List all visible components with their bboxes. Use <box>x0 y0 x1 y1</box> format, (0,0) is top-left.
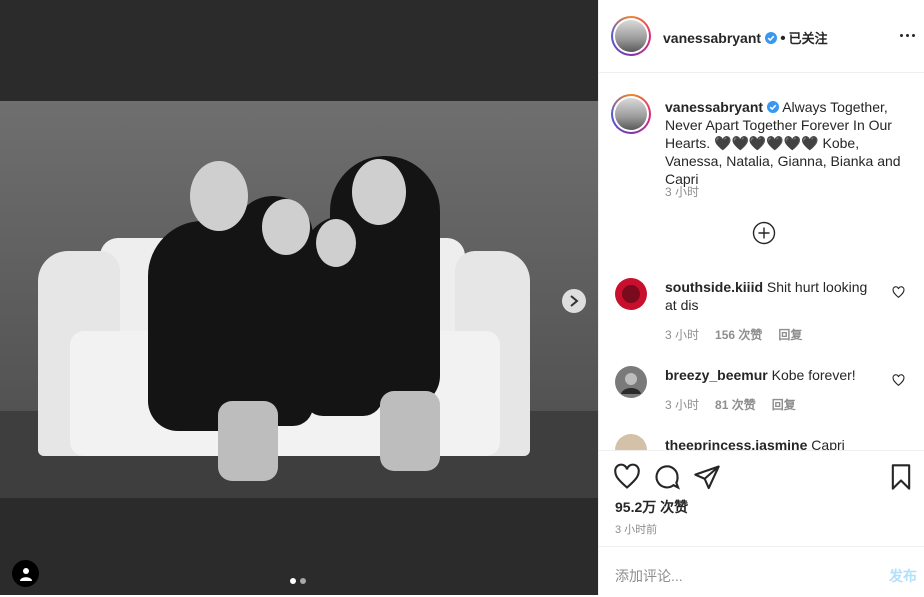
save-icon[interactable] <box>887 463 915 491</box>
commenter-username[interactable]: southside.kiiid <box>665 279 763 295</box>
author-line: vanessabryant • 已关注 <box>663 28 828 48</box>
post-comment-button[interactable]: 发布 <box>889 566 917 586</box>
commenter-avatar[interactable] <box>615 434 647 450</box>
commenter-username[interactable]: breezy_beemur <box>665 367 768 383</box>
comment-item: southside.kiiid Shit hurt looking at dis… <box>599 270 924 343</box>
comment-time: 3 小时 <box>665 328 700 342</box>
verified-icon <box>765 32 778 44</box>
caption-username[interactable]: vanessabryant <box>665 99 763 115</box>
comment-meta: 3 小时 156 次赞 回复 <box>665 326 802 343</box>
commenter-username[interactable]: theeprincess.jasmine <box>665 437 807 450</box>
comments-section: vanessabryant Always Together, Never Apa… <box>599 72 924 450</box>
separator-dot: • <box>780 30 786 47</box>
caption: vanessabryant Always Together, Never Apa… <box>665 98 905 188</box>
next-image-button[interactable] <box>562 289 586 313</box>
heart-icon[interactable] <box>892 286 905 299</box>
more-options-icon[interactable] <box>900 34 915 37</box>
heart-icon[interactable] <box>892 374 905 387</box>
tagged-users-button[interactable] <box>12 560 39 587</box>
next-arrow-icon <box>570 295 579 307</box>
reply-button[interactable]: 回复 <box>778 326 802 343</box>
caption-author-avatar[interactable] <box>611 94 651 134</box>
caption-timestamp: 3 小时 <box>665 185 700 199</box>
author-avatar[interactable] <box>611 16 651 56</box>
follow-status-button[interactable]: 已关注 <box>789 31 828 46</box>
comment-meta: 3 小时 81 次赞 回复 <box>665 396 796 413</box>
photo-face <box>352 159 406 225</box>
post-header: vanessabryant • 已关注 <box>599 0 924 73</box>
photo-face <box>316 219 356 267</box>
post-timestamp: 3 小时前 <box>615 524 658 536</box>
commenter-avatar[interactable] <box>615 366 647 398</box>
carousel-indicator <box>290 578 306 584</box>
heart-icon[interactable] <box>613 463 641 491</box>
share-icon[interactable] <box>693 463 721 491</box>
comment-text: Capri <box>811 437 845 450</box>
post-media <box>0 0 598 595</box>
reply-button[interactable]: 回复 <box>772 396 796 413</box>
post-sidebar: vanessabryant • 已关注 vanessabryant Always T… <box>598 0 924 595</box>
photo-legs <box>380 391 440 471</box>
comment-body: breezy_beemur Kobe forever! <box>665 366 880 384</box>
carousel-dot-active <box>290 578 296 584</box>
comment-composer: 添加评论... 发布 <box>599 546 924 597</box>
comment-likes[interactable]: 81 次赞 <box>715 396 756 413</box>
comment-time: 3 小时 <box>665 398 700 412</box>
photo-face <box>190 161 248 231</box>
verified-icon <box>767 101 780 113</box>
comment-body: theeprincess.jasmine Capri <box>665 436 880 450</box>
comment-likes[interactable]: 156 次赞 <box>715 326 762 343</box>
like-count[interactable]: 95.2万 次赞 <box>615 497 688 517</box>
comment-text: Kobe forever! <box>771 367 856 383</box>
photo-legs <box>218 401 278 481</box>
comment-item: theeprincess.jasmine Capri <box>599 428 924 450</box>
comment-body: southside.kiiid Shit hurt looking at dis <box>665 278 880 314</box>
tagged-user-icon <box>19 567 32 581</box>
photo-face <box>262 199 310 255</box>
comment-item: breezy_beemur Kobe forever! 3 小时 81 次赞 回… <box>599 358 924 428</box>
post-photo[interactable] <box>0 101 598 498</box>
author-username[interactable]: vanessabryant <box>663 30 761 46</box>
comment-input[interactable]: 添加评论... <box>615 566 683 586</box>
commenter-avatar[interactable] <box>615 278 647 310</box>
comment-icon[interactable] <box>653 463 681 491</box>
post-actions: 95.2万 次赞 3 小时前 添加评论... 发布 <box>599 450 924 596</box>
load-more-comments-icon[interactable] <box>752 221 776 245</box>
carousel-dot <box>300 578 306 584</box>
